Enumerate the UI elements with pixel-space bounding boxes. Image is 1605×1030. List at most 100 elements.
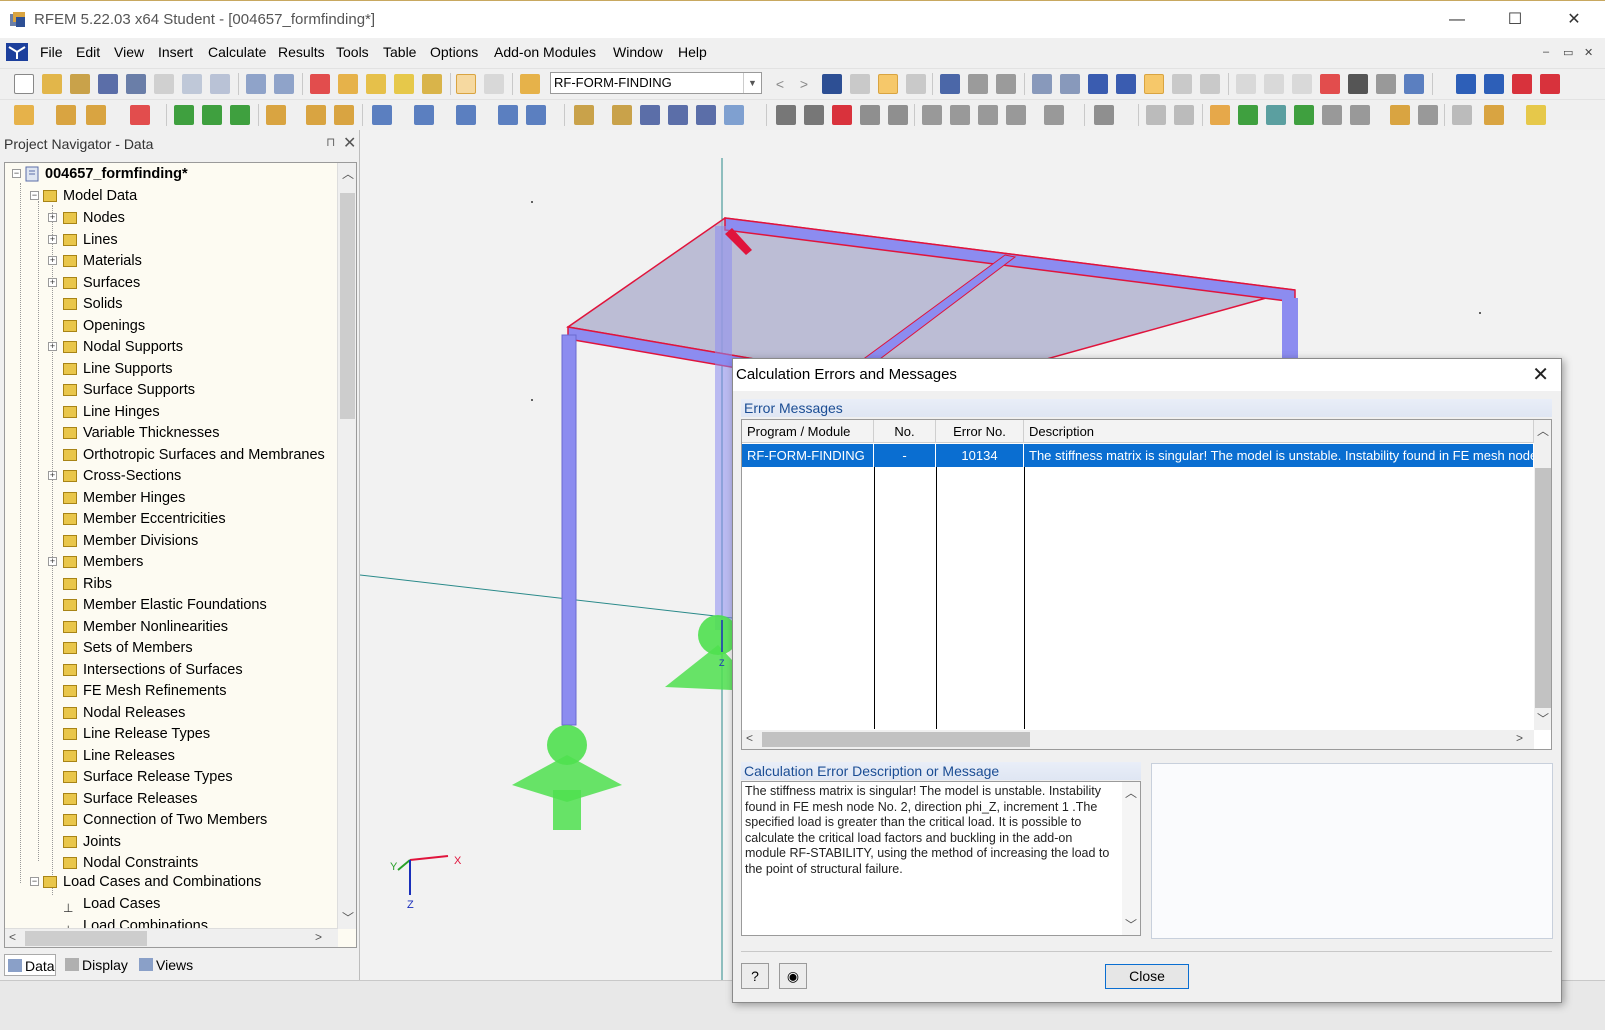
expand-icon[interactable]: + (48, 557, 57, 566)
minimize-button[interactable]: — (1428, 1, 1486, 39)
support-reactions-icon[interactable] (1088, 74, 1108, 94)
view-front-icon[interactable] (888, 105, 908, 125)
active-display-icon[interactable] (1144, 74, 1164, 94)
save-icon[interactable] (126, 74, 146, 94)
pdf-print-icon[interactable] (1540, 74, 1560, 94)
export-icon[interactable] (1456, 74, 1476, 94)
guide-icon[interactable] (1236, 74, 1256, 94)
tree-item-nodes[interactable]: +Nodes (5, 207, 335, 229)
dimension-line-icon[interactable] (1146, 105, 1166, 125)
scrollbar-thumb[interactable] (1535, 468, 1551, 708)
navigator-vertical-scrollbar[interactable]: ︿ ﹀ (337, 163, 356, 929)
navigator-horizontal-scrollbar[interactable]: < > (5, 928, 338, 947)
menu-tools[interactable]: Tools (336, 44, 369, 60)
view-minus-x-icon[interactable] (1006, 105, 1026, 125)
scroll-up-icon[interactable]: ︿ (342, 165, 354, 182)
menu-calculate[interactable]: Calculate (208, 44, 266, 60)
zoom-model-icon[interactable] (338, 74, 358, 94)
tree-item-member-eccentricities[interactable]: Member Eccentricities (5, 508, 335, 530)
menu-edit[interactable]: Edit (76, 44, 100, 60)
tree-root-project[interactable]: − 004657_formfinding* (5, 163, 335, 185)
tree-item-ribs[interactable]: Ribs (5, 573, 335, 595)
view-z-icon[interactable] (978, 105, 998, 125)
mesh-icon[interactable] (1032, 74, 1052, 94)
show-in-model-button[interactable]: ◉ (779, 963, 807, 989)
column-header-module[interactable]: Program / Module (742, 420, 874, 443)
node-icon[interactable] (14, 105, 34, 125)
support-icon[interactable] (266, 105, 286, 125)
rib-icon[interactable] (1390, 105, 1410, 125)
zoom-region-icon[interactable] (832, 105, 852, 125)
tree-item-intersections-of-surfaces[interactable]: Intersections of Surfaces (5, 659, 335, 681)
tools-icon[interactable] (1484, 105, 1504, 125)
collapse-icon[interactable]: − (30, 877, 39, 886)
edit-model-icon[interactable] (310, 74, 330, 94)
color-scale-icon[interactable] (1526, 105, 1546, 125)
expand-icon[interactable]: + (48, 213, 57, 222)
photo-icon[interactable] (1376, 74, 1396, 94)
select-icon[interactable] (372, 105, 392, 125)
polyline-icon[interactable] (86, 105, 106, 125)
menu-file[interactable]: File (40, 44, 63, 60)
mesh-nodes-icon[interactable] (1060, 74, 1080, 94)
menu-help[interactable]: Help (678, 44, 707, 60)
tree-item-member-elastic-foundations[interactable]: Member Elastic Foundations (5, 594, 335, 616)
tree-load-cases-and-combinations[interactable]: − Load Cases and Combinations (5, 871, 335, 893)
target-icon[interactable] (366, 74, 386, 94)
tree-item-fe-mesh-refinements[interactable]: FE Mesh Refinements (5, 680, 335, 702)
dialog-close-icon[interactable]: ✕ (1532, 362, 1549, 387)
view-y-icon[interactable] (950, 105, 970, 125)
column-header-description[interactable]: Description (1024, 420, 1534, 443)
maximize-button[interactable]: ☐ (1486, 1, 1544, 39)
document-menu-icon[interactable] (6, 43, 28, 61)
save-all-icon[interactable] (98, 74, 118, 94)
member-results-icon[interactable] (968, 74, 988, 94)
table-horizontal-scrollbar[interactable]: < > (742, 730, 1534, 749)
sections-icon[interactable] (1200, 74, 1220, 94)
tree-item-line-releases[interactable]: Line Releases (5, 745, 335, 767)
show-results-icon[interactable] (878, 74, 898, 94)
mdi-close-button[interactable]: ✕ (1584, 46, 1593, 59)
data-view-icon[interactable] (456, 74, 476, 94)
expand-icon[interactable]: + (48, 342, 57, 351)
scroll-right-icon[interactable]: > (315, 930, 322, 944)
scrollbar-thumb[interactable] (340, 193, 355, 419)
rotate-icon[interactable] (1264, 74, 1284, 94)
tree-item-member-hinges[interactable]: Member Hinges (5, 487, 335, 509)
move-icon[interactable] (574, 105, 594, 125)
view-icon[interactable] (456, 105, 476, 125)
scroll-down-icon[interactable]: ﹀ (1537, 710, 1549, 727)
tree-item-variable-thicknesses[interactable]: Variable Thicknesses (5, 422, 335, 444)
load-case-icon[interactable] (520, 74, 540, 94)
copy-view-icon[interactable] (422, 74, 442, 94)
collapse-icon[interactable]: − (30, 191, 39, 200)
opening-icon[interactable] (1350, 105, 1370, 125)
display-mode-icon[interactable] (1094, 105, 1114, 125)
plane-icon[interactable] (1238, 105, 1258, 125)
min-values-icon[interactable] (906, 74, 926, 94)
collapse-icon[interactable]: − (12, 169, 21, 178)
copy-icon[interactable] (612, 105, 632, 125)
iso-view-icon[interactable] (498, 105, 518, 125)
hinges-icon[interactable] (1116, 74, 1136, 94)
pin-icon[interactable]: ⊓ (326, 135, 335, 149)
tree-item-sets-of-members[interactable]: Sets of Members (5, 637, 335, 659)
mdi-minimize-button[interactable]: – (1543, 46, 1549, 58)
coordinate-system-icon[interactable] (1044, 105, 1064, 125)
surface-results-icon[interactable] (996, 74, 1016, 94)
column-header-error-no[interactable]: Error No. (936, 420, 1024, 443)
load-icon[interactable] (174, 105, 194, 125)
zoom-all-icon[interactable] (776, 105, 796, 125)
tree-item-member-divisions[interactable]: Member Divisions (5, 530, 335, 552)
camera-icon[interactable] (1348, 74, 1368, 94)
scroll-up-icon[interactable]: ︿ (1125, 784, 1137, 801)
settings-icon[interactable] (1404, 74, 1424, 94)
import-icon[interactable] (1484, 74, 1504, 94)
tab-display[interactable]: Display (62, 954, 132, 976)
tree-load-cases[interactable]: ⊥ Load Cases (5, 893, 335, 915)
tree-item-openings[interactable]: Openings (5, 315, 335, 337)
scrollbar-thumb[interactable] (25, 931, 147, 946)
render-icon[interactable] (526, 105, 546, 125)
table-vertical-scrollbar[interactable]: ︿ ﹀ (1534, 420, 1552, 730)
tree-item-surface-releases[interactable]: Surface Releases (5, 788, 335, 810)
